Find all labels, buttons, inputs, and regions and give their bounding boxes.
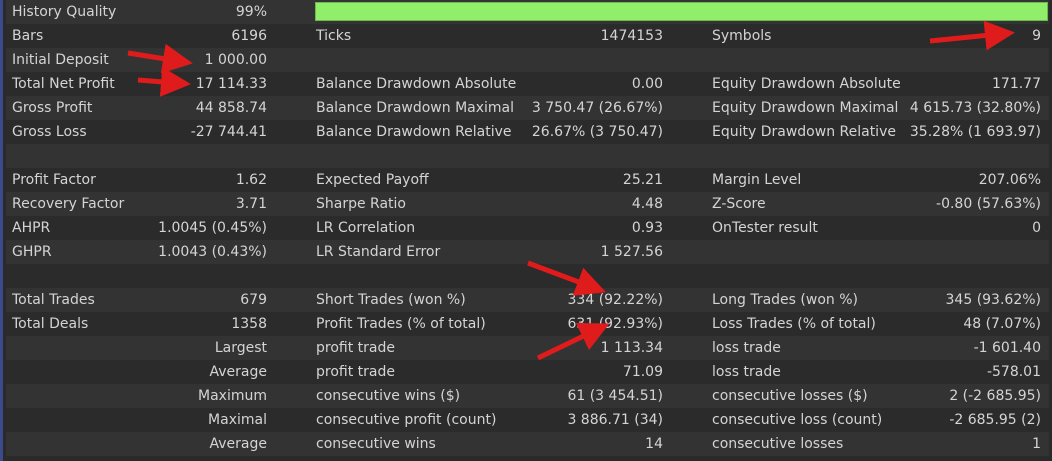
- maximal-prefix: Maximal: [208, 412, 267, 428]
- margin-level-value: 207.06%: [978, 172, 1041, 188]
- symbols-value: 9: [1032, 28, 1041, 44]
- row-history-quality: History Quality 99%: [6, 0, 1049, 24]
- max-consecutive-wins-value: 61 (3 454.51): [567, 388, 663, 404]
- row-average-consecutive: Average consecutive wins 14 consecutive …: [6, 432, 1049, 456]
- row-ahpr: AHPR 1.0045 (0.45%) LR Correlation 0.93 …: [6, 216, 1049, 240]
- ontester-result-value: 0: [1032, 220, 1041, 236]
- ghpr-value: 1.0043 (0.43%): [158, 244, 267, 260]
- long-trades-value: 345 (93.62%): [945, 292, 1041, 308]
- bars-value: 6196: [231, 28, 267, 44]
- total-net-profit-value: 17 114.33: [195, 76, 267, 92]
- largest-loss-trade-value: -1 601.40: [973, 340, 1041, 356]
- history-quality-bar: [315, 2, 1048, 21]
- lr-correlation-value: 0.93: [631, 220, 663, 236]
- average-loss-trade-value: -578.01: [986, 364, 1041, 380]
- row-ghpr: GHPR 1.0043 (0.43%) LR Standard Error 1 …: [6, 240, 1049, 264]
- equity-drawdown-relative-value: 35.28% (1 693.97): [909, 124, 1041, 140]
- average-consecutive-prefix: Average: [209, 436, 268, 452]
- total-deals-value: 1358: [231, 316, 267, 332]
- lr-standard-error-value: 1 527.56: [600, 244, 663, 260]
- history-quality-value: 99%: [235, 4, 267, 20]
- gross-loss-value: -27 744.41: [190, 124, 267, 140]
- z-score-value: -0.80 (57.63%): [936, 196, 1041, 212]
- row-recovery-factor: Recovery Factor 3.71 Sharpe Ratio 4.48 Z…: [6, 192, 1049, 216]
- expected-payoff-value: 25.21: [622, 172, 663, 188]
- sharpe-ratio-value: 4.48: [631, 196, 663, 212]
- row-total-deals: Total Deals 1358 Profit Trades (% of tot…: [6, 312, 1049, 336]
- average-consecutive-losses-value: 1: [1032, 436, 1041, 452]
- row-total-trades: Total Trades 679 Short Trades (won %) 33…: [6, 288, 1049, 312]
- total-trades-value: 679: [240, 292, 267, 308]
- equity-drawdown-maximal-value: 4 615.73 (32.80%): [909, 100, 1041, 116]
- profit-trades-value: 631 (92.93%): [567, 316, 663, 332]
- row-profit-factor: Profit Factor 1.62 Expected Payoff 25.21…: [6, 168, 1049, 192]
- max-consecutive-losses-value: 2 (-2 685.95): [949, 388, 1041, 404]
- average-profit-trade-value: 71.09: [622, 364, 663, 380]
- maximum-prefix: Maximum: [198, 388, 267, 404]
- average-consecutive-wins-value: 14: [645, 436, 663, 452]
- equity-drawdown-absolute-value: 171.77: [992, 76, 1041, 92]
- gross-profit-value: 44 858.74: [195, 100, 267, 116]
- backtest-report-table: History Quality 99% Bars 6196 Ticks 1474…: [0, 0, 1049, 461]
- row-spacer: [6, 144, 1049, 168]
- initial-deposit-value: 1 000.00: [204, 52, 267, 68]
- row-spacer: [6, 264, 1049, 288]
- recovery-factor-value: 3.71: [235, 196, 267, 212]
- maximal-consecutive-profit-value: 3 886.71 (34): [567, 412, 663, 428]
- balance-drawdown-relative-value: 26.67% (3 750.47): [531, 124, 663, 140]
- largest-prefix: Largest: [214, 340, 267, 356]
- row-maximal: Maximal consecutive profit (count) 3 886…: [6, 408, 1049, 432]
- short-trades-value: 334 (92.22%): [567, 292, 663, 308]
- largest-profit-trade-value: 1 113.34: [600, 340, 663, 356]
- profit-factor-value: 1.62: [235, 172, 267, 188]
- row-gross-loss: Gross Loss -27 744.41 Balance Drawdown R…: [6, 120, 1049, 144]
- maximal-consecutive-loss-value: -2 685.95 (2): [949, 412, 1041, 428]
- balance-drawdown-maximal-value: 3 750.47 (26.67%): [531, 100, 663, 116]
- ticks-value: 1474153: [600, 28, 663, 44]
- row-maximum: Maximum consecutive wins ($) 61 (3 454.5…: [6, 384, 1049, 408]
- row-gross-profit: Gross Profit 44 858.74 Balance Drawdown …: [6, 96, 1049, 120]
- row-bars: Bars 6196 Ticks 1474153 Symbols 9: [6, 24, 1049, 48]
- average-prefix: Average: [209, 364, 268, 380]
- ahpr-value: 1.0045 (0.45%): [158, 220, 267, 236]
- row-initial-deposit: Initial Deposit 1 000.00: [6, 48, 1049, 72]
- row-total-net-profit: Total Net Profit 17 114.33 Balance Drawd…: [6, 72, 1049, 96]
- balance-drawdown-absolute-value: 0.00: [631, 76, 663, 92]
- loss-trades-value: 48 (7.07%): [963, 316, 1041, 332]
- row-largest: Largest profit trade 1 113.34 loss trade…: [6, 336, 1049, 360]
- row-average: Average profit trade 71.09 loss trade -5…: [6, 360, 1049, 384]
